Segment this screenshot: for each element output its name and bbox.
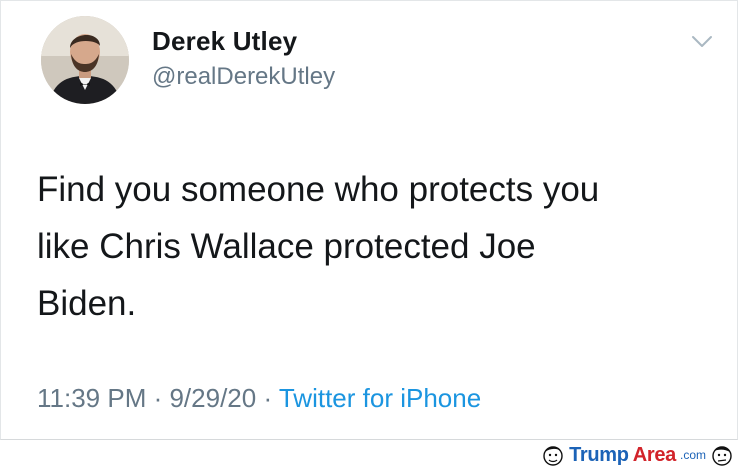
watermark-area: Area xyxy=(632,443,677,466)
avatar-photo-icon xyxy=(41,16,129,104)
watermark-trump: Trump xyxy=(569,443,629,466)
chevron-down-icon[interactable] xyxy=(691,35,713,49)
author-handle[interactable]: @realDerekUtley xyxy=(152,63,335,91)
tweet-card: Derek Utley @realDerekUtley Find you som… xyxy=(0,0,738,440)
tweet-time[interactable]: 11:39 PM xyxy=(37,383,146,413)
author-display-name[interactable]: Derek Utley xyxy=(152,26,297,57)
caricature-face-icon xyxy=(543,446,563,466)
meta-separator: · xyxy=(146,383,170,413)
tweet-text: Find you someone who protects you like C… xyxy=(37,170,600,323)
avatar[interactable] xyxy=(41,16,129,104)
meta-separator: · xyxy=(256,383,279,413)
site-watermark: Trump Area .com xyxy=(541,442,734,468)
caricature-face-icon xyxy=(712,446,732,466)
tweet-metadata: 11:39 PM · 9/29/20 · Twitter for iPhone xyxy=(37,383,481,414)
watermark-tld: .com xyxy=(679,448,706,462)
tweet-source-link[interactable]: Twitter for iPhone xyxy=(279,383,481,413)
tweet-date[interactable]: 9/29/20 xyxy=(169,383,256,413)
